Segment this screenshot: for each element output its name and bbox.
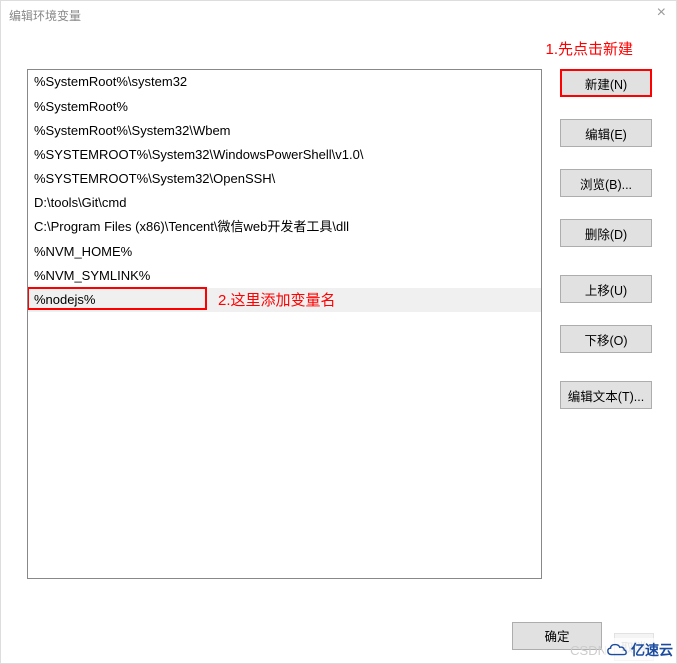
dialog-body: %SystemRoot%\system32 %SystemRoot% %Syst… (1, 29, 676, 608)
dialog-title: 编辑环境变量 (9, 7, 81, 24)
browse-button[interactable]: 浏览(B)... (560, 169, 652, 197)
new-button[interactable]: 新建(N) (560, 69, 652, 97)
delete-button[interactable]: 删除(D) (560, 219, 652, 247)
yisu-text: 亿速云 (631, 640, 673, 660)
env-var-dialog: 编辑环境变量 × 1.先点击新建 %SystemRoot%\system32 %… (0, 0, 677, 664)
csdn-watermark: CSDN (570, 643, 607, 658)
move-down-button[interactable]: 下移(O) (560, 325, 652, 353)
list-item[interactable]: %SYSTEMROOT%\System32\WindowsPowerShell\… (28, 143, 541, 167)
annotation-step2: 2.这里添加变量名 (218, 289, 336, 310)
list-item[interactable]: D:\tools\Git\cmd (28, 191, 541, 215)
titlebar: 编辑环境变量 × (1, 1, 676, 29)
list-item[interactable]: C:\Program Files (x86)\Tencent\微信web开发者工… (28, 215, 541, 239)
list-item[interactable]: %NVM_HOME% (28, 239, 541, 263)
side-button-panel: 新建(N) 编辑(E) 浏览(B)... 删除(D) 上移(U) 下移(O) 编… (560, 69, 656, 608)
list-item[interactable]: %SYSTEMROOT%\System32\OpenSSH\ (28, 167, 541, 191)
yisu-watermark: 亿速云 (604, 638, 675, 662)
spacer (560, 247, 656, 275)
list-item[interactable]: %SystemRoot%\System32\Wbem (28, 118, 541, 142)
edit-text-button[interactable]: 编辑文本(T)... (560, 381, 652, 409)
path-listbox[interactable]: %SystemRoot%\system32 %SystemRoot% %Syst… (27, 69, 542, 579)
list-item[interactable]: %NVM_SYMLINK% (28, 264, 541, 288)
annotation-step1: 1.先点击新建 (545, 38, 633, 59)
cloud-icon (606, 642, 628, 658)
list-item[interactable]: %SystemRoot%\system32 (28, 70, 541, 94)
list-item[interactable]: %SystemRoot% (28, 94, 541, 118)
spacer (560, 353, 656, 381)
close-icon[interactable]: × (657, 5, 666, 21)
move-up-button[interactable]: 上移(U) (560, 275, 652, 303)
edit-button[interactable]: 编辑(E) (560, 119, 652, 147)
